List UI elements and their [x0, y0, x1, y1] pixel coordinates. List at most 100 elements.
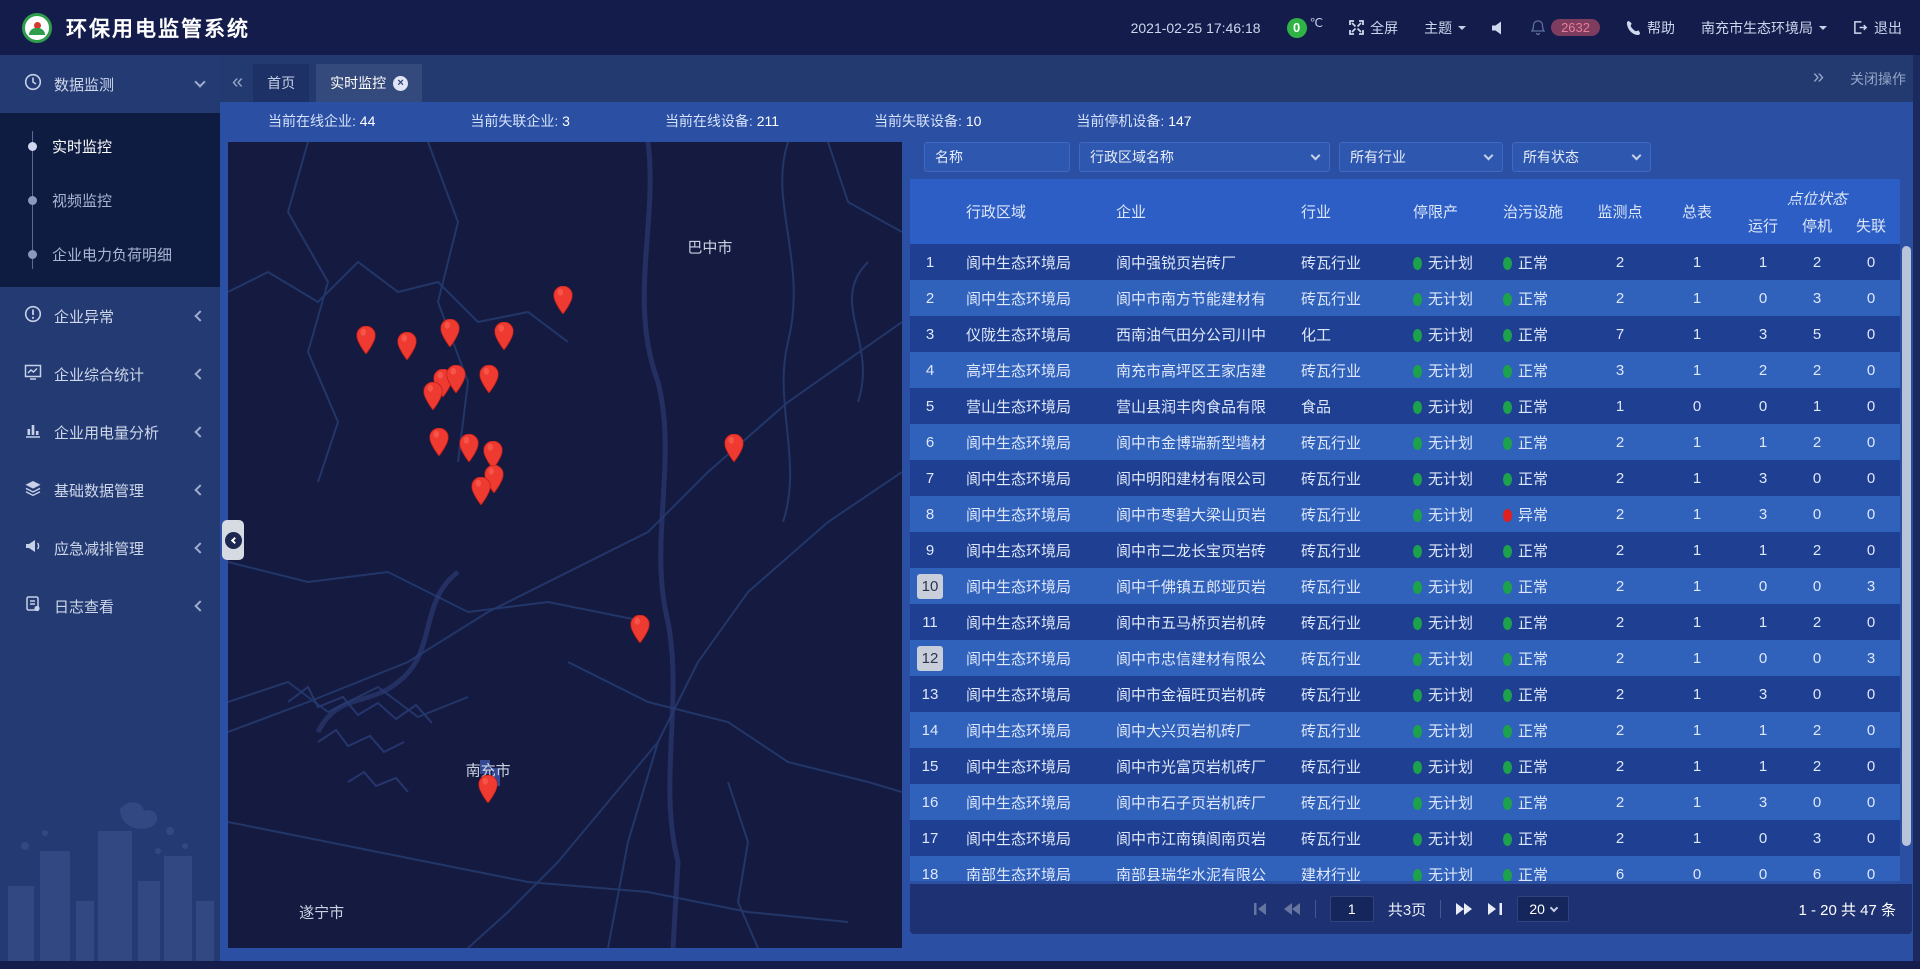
table-row[interactable]: 17阆中生态环境局阆中市江南镇阆南页岩砖瓦行业无计划正常21030 [910, 820, 1900, 856]
map-pin-icon[interactable] [479, 365, 498, 393]
stat-当前在线企业: 当前在线企业: 44 [268, 111, 375, 131]
table-row[interactable]: 3仪陇生态环境局西南油气田分公司川中化工无计划正常71350 [910, 316, 1900, 352]
table-row[interactable]: 11阆中生态环境局阆中市五马桥页岩机砖砖瓦行业无计划正常21120 [910, 604, 1900, 640]
sidebar-item-emergency-reduction[interactable]: 应急减排管理 [0, 519, 220, 577]
first-page-button[interactable] [1253, 903, 1269, 915]
tabs-scroll-left-button[interactable]: « [220, 71, 253, 102]
right-panel: 行政区域名称 所有行业 所有状态 [910, 142, 1912, 948]
page-number-input[interactable] [1330, 896, 1374, 922]
cell-facility-status: 正常 [1487, 396, 1581, 417]
map-pin-icon[interactable] [446, 365, 465, 393]
map-roads [228, 142, 902, 948]
table-row[interactable]: 15阆中生态环境局阆中市光富页岩机砖厂砖瓦行业无计划正常21120 [910, 748, 1900, 784]
sidebar-item-log-view[interactable]: 日志查看 [0, 577, 220, 635]
map-pin-icon[interactable] [357, 326, 376, 354]
page-size-select[interactable]: 20 [1517, 896, 1569, 922]
table-row[interactable]: 18南部生态环境局南部县瑞华水泥有限公建材行业无计划正常60060 [910, 856, 1900, 881]
sidebar-submenu: 实时监控视频监控企业电力负荷明细 [0, 113, 220, 287]
map-pin-icon[interactable] [471, 477, 490, 505]
map-pin-icon[interactable] [630, 615, 649, 643]
cell-limit-status: 无计划 [1397, 360, 1487, 381]
sidebar-subitem-video-monitoring[interactable]: 视频监控 [0, 173, 220, 227]
org-menu[interactable]: 南充市生态环境局 [1701, 18, 1827, 38]
theme-menu[interactable]: 主题 [1424, 18, 1466, 38]
map-pin-icon[interactable] [479, 775, 498, 803]
name-filter-input[interactable] [924, 142, 1070, 172]
map-pin-icon[interactable] [429, 428, 448, 456]
cell-limit-status: 无计划 [1397, 828, 1487, 849]
map-pin-icon[interactable] [440, 319, 459, 347]
map-pin-icon[interactable] [553, 286, 572, 314]
region-filter-value: 行政区域名称 [1090, 147, 1174, 167]
table-scrollbar[interactable] [1901, 244, 1912, 881]
sidebar-item-base-data-management[interactable]: 基础数据管理 [0, 461, 220, 519]
table-row[interactable]: 13阆中生态环境局阆中市金福旺页岩机砖砖瓦行业无计划正常21300 [910, 676, 1900, 712]
cell-limit-status: 无计划 [1397, 432, 1487, 453]
sidebar-item-enterprise-statistics[interactable]: 企业综合统计 [0, 345, 220, 403]
table-row[interactable]: 10阆中生态环境局阆中千佛镇五郎垭页岩砖瓦行业无计划正常21003 [910, 568, 1900, 604]
status-dot-icon [1503, 473, 1512, 486]
cell-points: 2 [1581, 794, 1659, 811]
sidebar-subitem-power-load-detail[interactable]: 企业电力负荷明细 [0, 227, 220, 281]
help-button[interactable]: 帮助 [1626, 18, 1675, 38]
cell-points: 2 [1581, 650, 1659, 667]
column-header: 监测点 [1581, 179, 1659, 244]
total-pages-label: 共3页 [1388, 899, 1426, 920]
table-row[interactable]: 16阆中生态环境局阆中市石子页岩机砖厂砖瓦行业无计划正常21300 [910, 784, 1900, 820]
close-operations-button[interactable]: 关闭操作 [1850, 69, 1906, 89]
tabs-scroll-right-button[interactable]: » [1813, 66, 1824, 91]
cell-limit-status: 无计划 [1397, 864, 1487, 882]
cell-points: 2 [1581, 506, 1659, 523]
table-row[interactable]: 1阆中生态环境局阆中强锐页岩砖厂砖瓦行业无计划正常21120 [910, 244, 1900, 280]
next-page-button[interactable] [1455, 903, 1473, 915]
speaker-icon[interactable] [1492, 21, 1505, 35]
tab-实时监控[interactable]: 实时监控× [316, 64, 422, 102]
cell-meters: 1 [1659, 650, 1735, 667]
cell-region: 阆中生态环境局 [950, 648, 1100, 669]
status-filter-select[interactable]: 所有状态 [1512, 142, 1651, 172]
cell-meters: 1 [1659, 758, 1735, 775]
table-row[interactable]: 4高坪生态环境局南充市高坪区王家店建砖瓦行业无计划正常31220 [910, 352, 1900, 388]
map-pin-icon[interactable] [494, 322, 513, 350]
sidebar-collapse-button[interactable] [222, 520, 244, 560]
stats-bar: 当前在线企业: 44当前失联企业: 3当前在线设备: 211当前失联设备: 10… [220, 102, 1920, 140]
sidebar-item-data-monitoring[interactable]: 数据监测 [0, 55, 220, 113]
cell-company: 阆中市光富页岩机砖厂 [1100, 756, 1285, 777]
cell-industry: 砖瓦行业 [1285, 684, 1397, 705]
tab-close-icon[interactable]: × [393, 76, 408, 91]
cell-lost: 0 [1843, 830, 1899, 847]
table-row[interactable]: 9阆中生态环境局阆中市二龙长宝页岩砖砖瓦行业无计划正常21120 [910, 532, 1900, 568]
notification-badge[interactable]: 2632 [1531, 19, 1600, 36]
map-pin-icon[interactable] [398, 332, 417, 360]
table-row[interactable]: 6阆中生态环境局阆中市金博瑞新型墙材砖瓦行业无计划正常21120 [910, 424, 1900, 460]
table-row[interactable]: 5营山生态环境局营山县润丰肉食品有限食品无计划正常10010 [910, 388, 1900, 424]
industry-filter-select[interactable]: 所有行业 [1339, 142, 1503, 172]
fullscreen-button[interactable]: 全屏 [1349, 18, 1398, 38]
cell-run: 1 [1735, 254, 1791, 271]
table-row[interactable]: 7阆中生态环境局阆中明阳建材有限公司砖瓦行业无计划正常21300 [910, 460, 1900, 496]
last-page-button[interactable] [1487, 903, 1503, 915]
sidebar-subitem-realtime-monitoring[interactable]: 实时监控 [0, 119, 220, 173]
cell-industry: 砖瓦行业 [1285, 792, 1397, 813]
previous-page-button[interactable] [1283, 903, 1301, 915]
cell-region: 高坪生态环境局 [950, 360, 1100, 381]
status-dot-icon [1413, 437, 1422, 450]
map-pin-icon[interactable] [460, 434, 479, 462]
stats-icon [24, 363, 42, 385]
region-filter-select[interactable]: 行政区域名称 [1079, 142, 1330, 172]
table-row[interactable]: 12阆中生态环境局阆中市忠信建材有限公砖瓦行业无计划正常21003 [910, 640, 1900, 676]
table-row[interactable]: 2阆中生态环境局阆中市南方节能建材有砖瓦行业无计划正常21030 [910, 280, 1900, 316]
table-row[interactable]: 14阆中生态环境局阆中大兴页岩机砖厂砖瓦行业无计划正常21120 [910, 712, 1900, 748]
logout-button[interactable]: 退出 [1853, 18, 1902, 38]
table-row[interactable]: 8阆中生态环境局阆中市枣碧大梁山页岩砖瓦行业无计划异常21300 [910, 496, 1900, 532]
tab-首页[interactable]: 首页 [253, 64, 309, 102]
map-pin-icon[interactable] [423, 382, 442, 410]
map-panel[interactable]: 巴中市南充市遂宁市 [228, 142, 902, 948]
sidebar-item-enterprise-abnormal[interactable]: 企业异常 [0, 287, 220, 345]
status-filter-value: 所有状态 [1523, 147, 1579, 167]
monitor-icon [24, 73, 42, 95]
sidebar-item-power-usage-analysis[interactable]: 企业用电量分析 [0, 403, 220, 461]
cell-industry: 砖瓦行业 [1285, 540, 1397, 561]
map-pin-icon[interactable] [725, 434, 744, 462]
cell-stop: 0 [1791, 794, 1843, 811]
